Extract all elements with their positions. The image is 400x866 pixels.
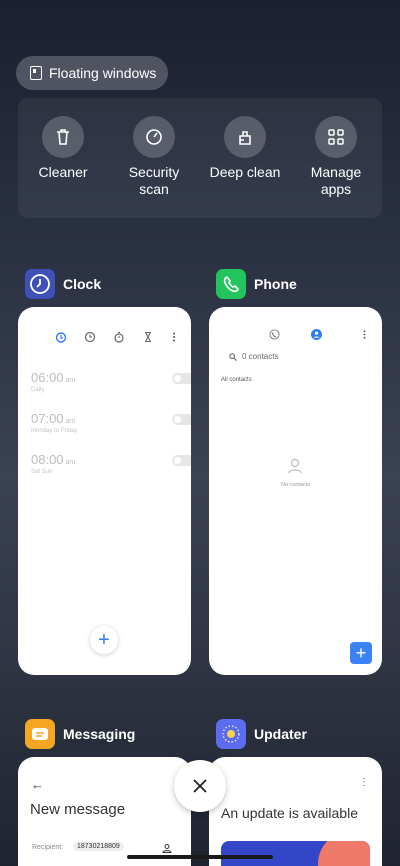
- alarm-toggle[interactable]: [172, 455, 191, 466]
- more-icon[interactable]: ⋮: [359, 777, 369, 788]
- alarm-ampm: am: [65, 459, 76, 466]
- alarm-ampm: am: [65, 418, 76, 425]
- more-icon[interactable]: [168, 331, 180, 343]
- deep-clean-icon: [224, 116, 266, 158]
- alarm-toggle[interactable]: [172, 373, 191, 384]
- clock-app-name: Clock: [63, 276, 102, 292]
- timer-icon[interactable]: [142, 331, 154, 343]
- update-banner: [221, 841, 370, 866]
- alarm-time: 06:00: [31, 370, 64, 385]
- new-message-title: New message: [30, 801, 126, 818]
- alarm-repeat: Monday to Friday: [31, 428, 78, 434]
- clock-app-icon: [25, 269, 55, 299]
- deep-clean-label: Deep clean: [209, 164, 281, 180]
- phone-app-header[interactable]: Phone: [216, 269, 297, 299]
- messaging-app-card[interactable]: ← New message Recipient: 18730218809: [18, 757, 191, 866]
- alarm-repeat: Daily: [31, 387, 45, 393]
- grid-apps-icon: [315, 116, 357, 158]
- updater-app-header[interactable]: Updater: [216, 719, 307, 749]
- world-clock-icon[interactable]: [84, 331, 96, 343]
- manage-apps-button[interactable]: Manage apps: [291, 116, 381, 198]
- alarm-time: 07:00: [31, 411, 64, 426]
- search-icon: [229, 352, 237, 361]
- trash-icon: [42, 116, 84, 158]
- stopwatch-icon[interactable]: [113, 331, 125, 343]
- messaging-app-header[interactable]: Messaging: [25, 719, 135, 749]
- recipient-chip[interactable]: 18730218809: [73, 842, 124, 851]
- alarm-time: 08:00: [31, 452, 64, 467]
- security-scan-button[interactable]: Security scan: [109, 116, 199, 198]
- deep-clean-button[interactable]: Deep clean: [200, 116, 290, 181]
- updater-app-icon: [216, 719, 246, 749]
- back-arrow-icon[interactable]: ←: [31, 777, 44, 792]
- security-gauge-icon: [133, 116, 175, 158]
- add-contact-button[interactable]: +: [350, 642, 372, 664]
- all-contacts-label: All contacts: [221, 377, 252, 383]
- update-available-title: An update is available: [221, 805, 358, 821]
- manage-apps-label: Manage apps: [310, 164, 362, 197]
- home-indicator[interactable]: [127, 855, 273, 859]
- alarm-repeat: Sat Sun: [31, 469, 53, 475]
- contacts-icon[interactable]: [311, 329, 322, 340]
- clock-app-header[interactable]: Clock: [25, 269, 101, 299]
- updater-app-name: Updater: [254, 726, 307, 742]
- alarm-icon[interactable]: [55, 331, 67, 343]
- quick-tools-panel: Cleaner Security scan Deep clean Manage ap…: [18, 98, 382, 218]
- messaging-app-name: Messaging: [63, 726, 136, 742]
- no-contacts-label: No contacts: [280, 482, 311, 488]
- floating-windows-label: Floating windows: [49, 65, 157, 81]
- clock-app-card[interactable]: 06:00 am Daily 07:00 am Monday to Friday…: [18, 307, 191, 675]
- contact-picker-icon[interactable]: [162, 843, 172, 853]
- person-icon: [288, 458, 302, 474]
- alarm-item[interactable]: 06:00 am Daily: [31, 370, 191, 406]
- contacts-count: 0 contacts: [242, 352, 279, 361]
- messaging-app-icon: [25, 719, 55, 749]
- floating-windows-button[interactable]: Floating windows: [16, 56, 168, 90]
- more-icon[interactable]: [359, 329, 370, 340]
- alarm-ampm: am: [65, 377, 76, 384]
- phone-app-card[interactable]: 0 contacts All contacts No contacts +: [209, 307, 382, 675]
- alarm-item[interactable]: 07:00 am Monday to Friday: [31, 411, 191, 447]
- phone-app-name: Phone: [254, 276, 297, 292]
- phone-app-icon: [216, 269, 246, 299]
- add-alarm-button[interactable]: +: [90, 626, 118, 654]
- clear-all-button[interactable]: [174, 760, 226, 812]
- recents-icon[interactable]: [269, 329, 280, 340]
- floating-window-icon: [30, 66, 42, 80]
- cleaner-button[interactable]: Cleaner: [18, 116, 108, 181]
- updater-app-card[interactable]: ⋮ An update is available: [209, 757, 382, 866]
- security-scan-label: Security scan: [128, 164, 180, 197]
- close-icon: [193, 779, 207, 793]
- cleaner-label: Cleaner: [38, 164, 88, 180]
- alarm-toggle[interactable]: [172, 414, 191, 425]
- recipient-label: Recipient:: [32, 844, 64, 851]
- banner-shape: [318, 841, 370, 866]
- alarm-item[interactable]: 08:00 am Sat Sun: [31, 452, 191, 488]
- contacts-search[interactable]: 0 contacts: [229, 352, 278, 361]
